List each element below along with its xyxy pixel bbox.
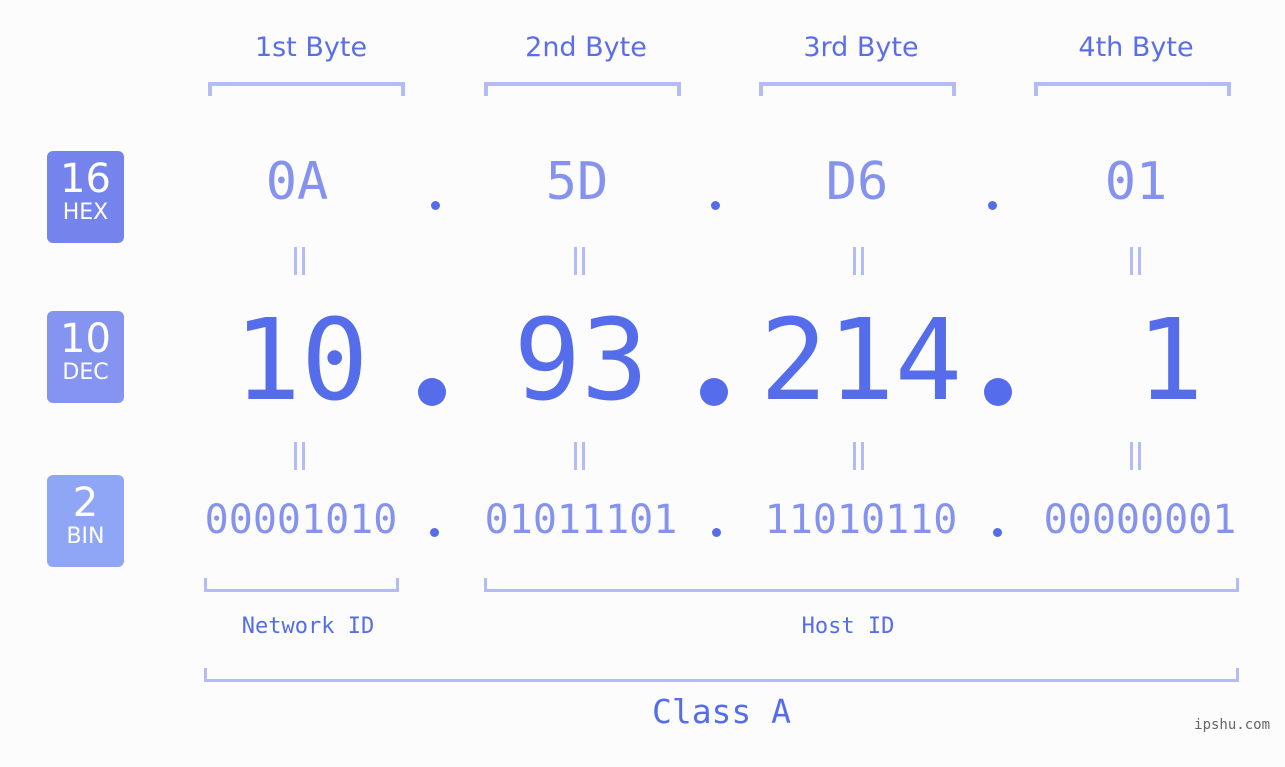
- bin-value-3: 11010110: [764, 497, 958, 543]
- dec-value-4: 1: [1136, 296, 1204, 426]
- hex-name: HEX: [62, 200, 109, 225]
- hex-dot-2: [711, 201, 720, 210]
- dec-value-2: 93: [513, 296, 649, 426]
- bin-name: BIN: [66, 524, 105, 549]
- dec-value-1: 10: [233, 296, 369, 426]
- bin-base: 2: [72, 480, 99, 526]
- class-label: Class A: [651, 692, 792, 731]
- bin-value-2: 01011101: [484, 497, 678, 543]
- byte-bracket-3: [759, 82, 956, 96]
- dec-badge: 10 DEC: [47, 311, 124, 403]
- dec-dot-2: [700, 378, 728, 406]
- bin-badge: 2 BIN: [47, 475, 124, 567]
- bin-dot-2: [712, 528, 721, 537]
- bin-value-4: 00000001: [1043, 497, 1237, 543]
- dec-dot-1: [418, 378, 446, 406]
- hex-base: 16: [60, 156, 111, 202]
- hex-badge: 16 HEX: [47, 151, 124, 243]
- byte-label-4: 4th Byte: [1078, 32, 1194, 63]
- hex-value-3: D6: [825, 152, 889, 212]
- network-id-label: Network ID: [241, 614, 375, 639]
- hex-value-2: 5D: [545, 152, 609, 212]
- equals-icon: [292, 442, 306, 470]
- network-id-bracket: [204, 578, 399, 592]
- hex-value-4: 01: [1104, 152, 1168, 212]
- byte-bracket-2: [484, 82, 681, 96]
- watermark: ipshu.com: [1194, 717, 1270, 733]
- dec-dot-3: [984, 378, 1012, 406]
- bin-value-1: 00001010: [204, 497, 398, 543]
- hex-dot-3: [988, 201, 997, 210]
- byte-bracket-4: [1034, 82, 1231, 96]
- dec-value-3: 214: [759, 296, 963, 426]
- dec-name: DEC: [62, 360, 109, 385]
- equals-icon: [572, 247, 586, 275]
- host-id-bracket: [484, 578, 1239, 592]
- class-bracket: [204, 668, 1239, 682]
- bin-dot-3: [993, 528, 1002, 537]
- byte-label-3: 3rd Byte: [803, 32, 919, 63]
- equals-icon: [851, 442, 865, 470]
- equals-icon: [851, 247, 865, 275]
- byte-label-1: 1st Byte: [254, 32, 368, 63]
- equals-icon: [1128, 442, 1142, 470]
- hex-value-1: 0A: [265, 152, 329, 212]
- equals-icon: [1128, 247, 1142, 275]
- dec-base: 10: [60, 316, 111, 362]
- equals-icon: [572, 442, 586, 470]
- byte-label-2: 2nd Byte: [525, 32, 647, 63]
- byte-bracket-1: [208, 82, 405, 96]
- equals-icon: [292, 247, 306, 275]
- hex-dot-1: [431, 201, 440, 210]
- bin-dot-1: [430, 528, 439, 537]
- host-id-label: Host ID: [801, 614, 895, 639]
